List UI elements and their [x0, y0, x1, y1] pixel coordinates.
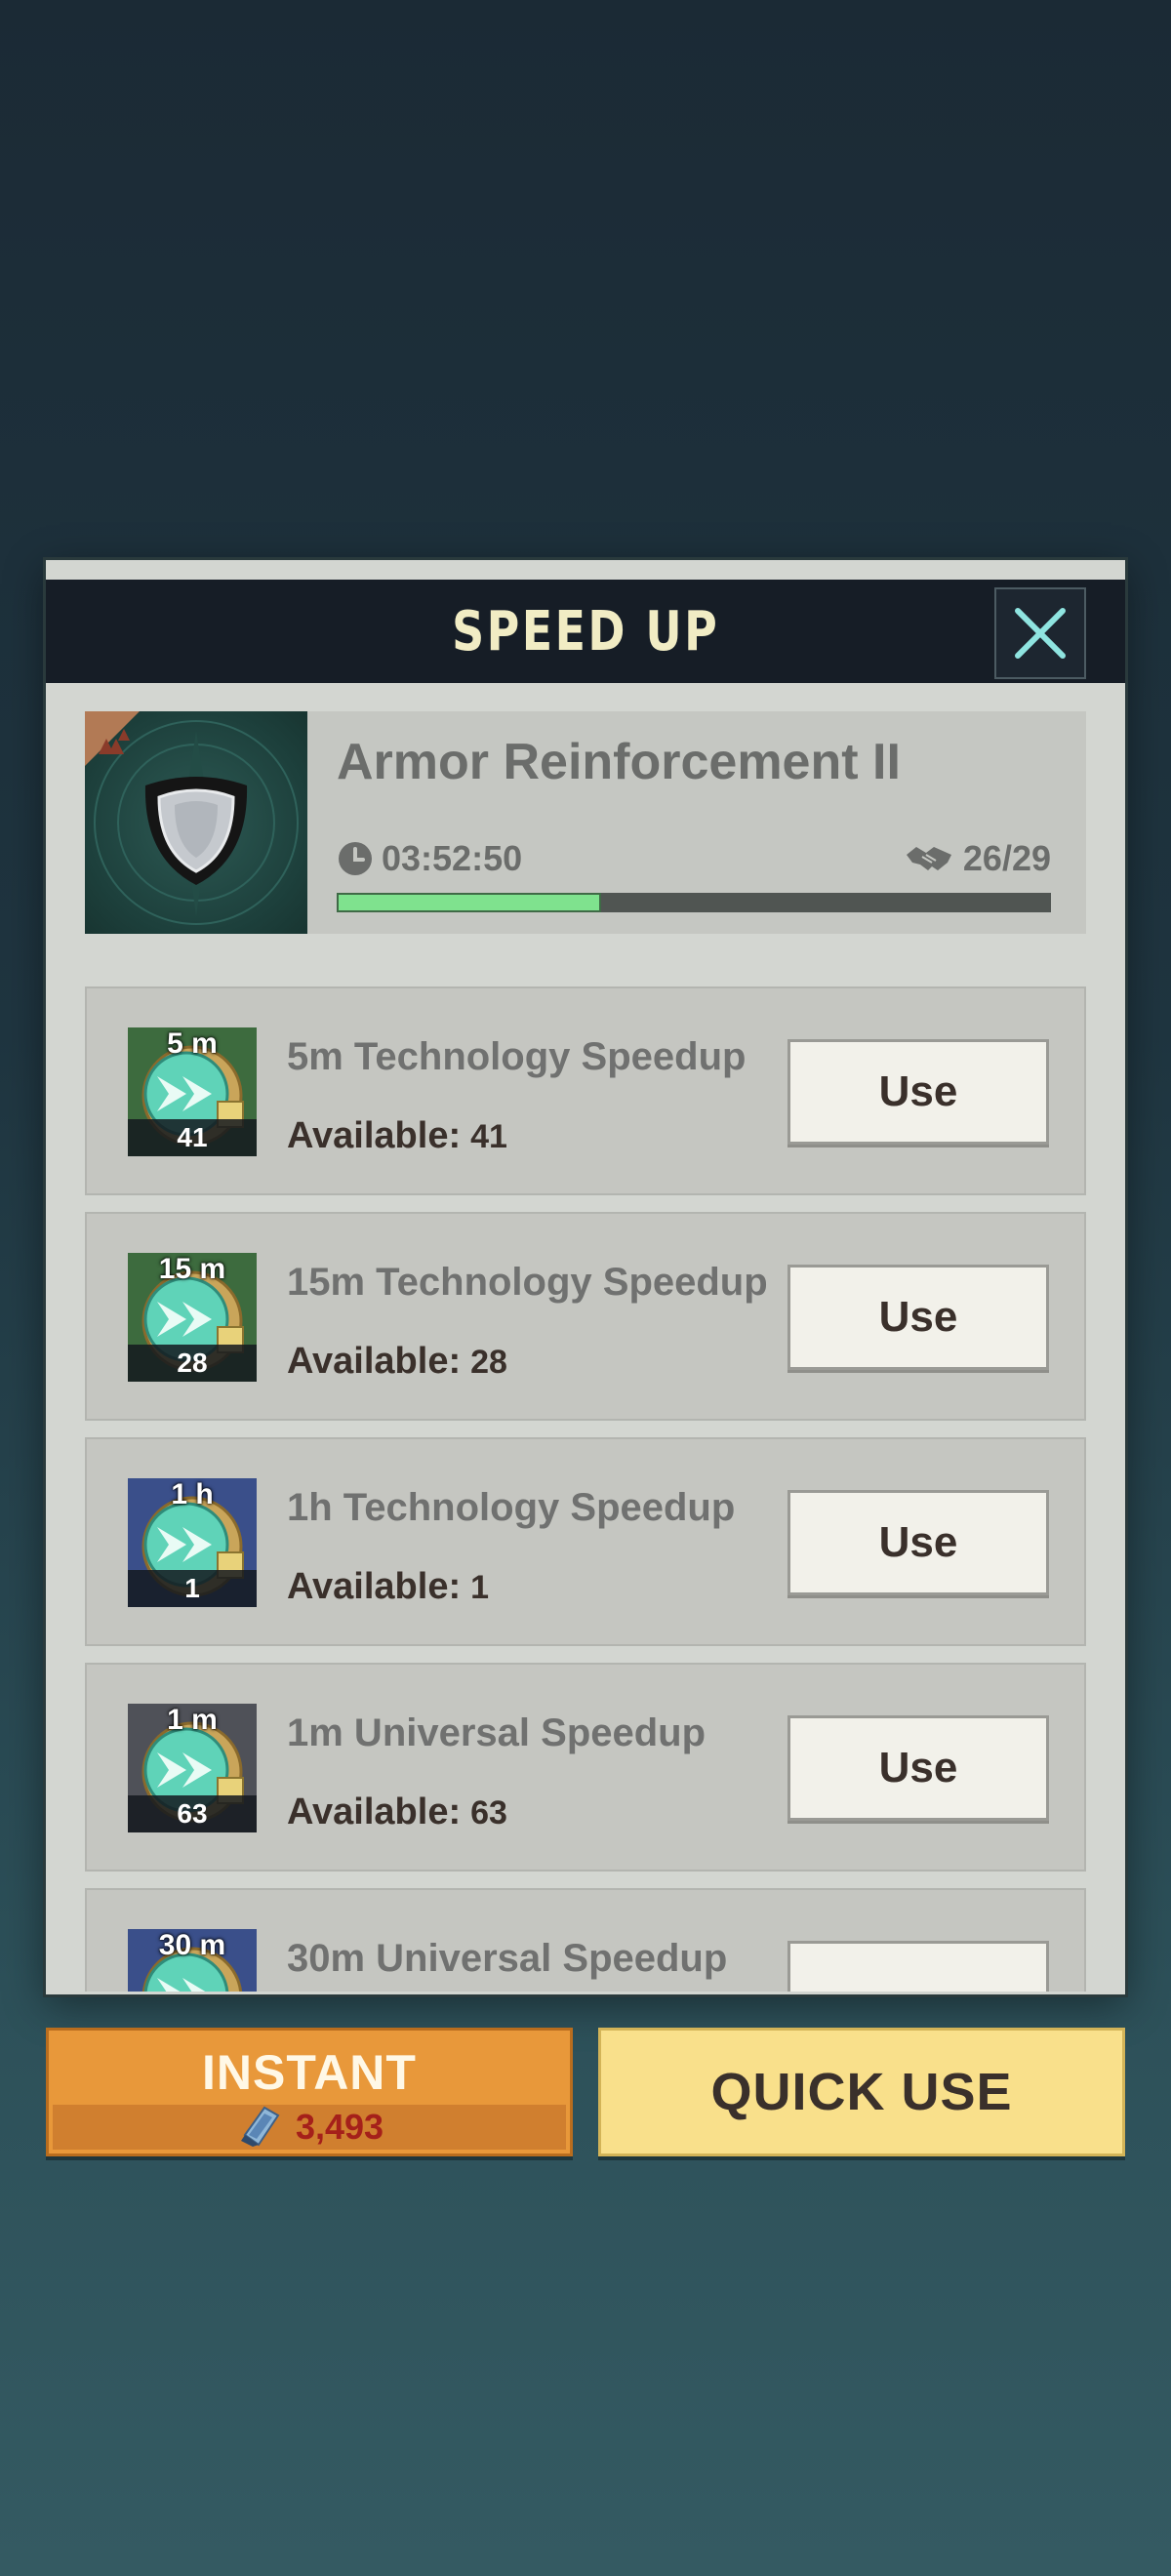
alliance-help-count: 26/29: [905, 838, 1051, 879]
speedup-item: 30 m 30m Universal Speedup: [85, 1888, 1086, 1992]
speedup-item: 1 m 63 1m Universal Speedup Available: 63 Use: [85, 1663, 1086, 1872]
instant-button[interactable]: INSTANT 3,493: [46, 2028, 573, 2156]
close-icon: [1015, 608, 1066, 659]
instant-cost-bar: 3,493: [53, 2105, 566, 2150]
dialog-header: SPEED UP: [46, 580, 1125, 683]
item-count: 63: [128, 1795, 257, 1832]
shield-icon: [144, 777, 248, 885]
timer-text: 03:52:50: [382, 838, 523, 878]
universal-speedup-icon: 30 m: [128, 1929, 257, 1992]
research-icon: [85, 711, 307, 934]
research-progress-bar: [337, 893, 1051, 912]
use-button[interactable]: Use: [787, 1715, 1049, 1821]
item-name: 15m Technology Speedup: [287, 1261, 768, 1304]
research-timer: 03:52:50: [337, 838, 522, 879]
available-label: Available:: [287, 1341, 462, 1382]
item-duration-badge: 1 h: [171, 1478, 214, 1510]
technology-speedup-icon: 5 m 41: [128, 1027, 257, 1156]
technology-speedup-icon: 1 h 1: [128, 1478, 257, 1607]
gem-icon: [240, 2106, 280, 2147]
use-button[interactable]: Use: [787, 1039, 1049, 1145]
available-count: 63: [470, 1794, 507, 1831]
item-name: 1m Universal Speedup: [287, 1711, 707, 1754]
item-count: 1: [128, 1570, 257, 1607]
item-duration-badge: 30 m: [158, 1929, 226, 1961]
research-name: Armor Reinforcement II: [337, 734, 901, 790]
use-button[interactable]: Use: [787, 1265, 1049, 1370]
item-name: 5m Technology Speedup: [287, 1035, 747, 1078]
research-progress-fill: [337, 893, 601, 912]
use-button[interactable]: Use: [787, 1490, 1049, 1595]
available-count: 1: [470, 1569, 490, 1606]
dialog-title: SPEED UP: [451, 599, 720, 664]
available-label: Available:: [287, 1566, 462, 1607]
speedup-item: 1 h 1 1h Technology Speedup Available: 1 Use: [85, 1437, 1086, 1646]
item-name: 30m Universal Speedup: [287, 1937, 728, 1980]
use-button[interactable]: [787, 1941, 1049, 1992]
item-available: Available: 41: [287, 1115, 507, 1157]
helpers-text: 26/29: [962, 838, 1051, 878]
item-available: Available: 1: [287, 1566, 489, 1608]
item-name: 1h Technology Speedup: [287, 1486, 736, 1529]
speedup-item: 5 m 41 5m Technology Speedup Available: 41 Us…: [85, 986, 1086, 1195]
universal-speedup-icon: 1 m 63: [128, 1704, 257, 1832]
speedup-item-list[interactable]: 5 m 41 5m Technology Speedup Available: 41 Us…: [85, 986, 1086, 1992]
handshake-icon: [906, 847, 951, 870]
item-duration-badge: 5 m: [167, 1027, 218, 1060]
available-label: Available:: [287, 1115, 462, 1156]
instant-label: INSTANT: [202, 2045, 417, 2100]
available-count: 41: [470, 1118, 507, 1155]
research-panel: Armor Reinforcement II 03:52:50 26/29: [85, 711, 1086, 934]
available-count: 28: [470, 1344, 507, 1381]
speed-up-dialog: SPEED UP Armor Reinforcement II 03:52:50…: [46, 560, 1125, 1994]
item-count: 41: [128, 1119, 257, 1156]
quick-use-button[interactable]: QUICK USE: [598, 2028, 1125, 2156]
item-duration-badge: 15 m: [158, 1253, 226, 1285]
item-duration-badge: 1 m: [167, 1704, 218, 1736]
speedup-item: 15 m 28 15m Technology Speedup Available: 28…: [85, 1212, 1086, 1421]
item-available: Available: 28: [287, 1341, 507, 1383]
item-count: 28: [128, 1345, 257, 1382]
instant-cost: 3,493: [295, 2107, 384, 2147]
clock-icon: [339, 842, 372, 875]
technology-speedup-icon: 15 m 28: [128, 1253, 257, 1382]
item-available: Available: 63: [287, 1791, 507, 1833]
close-button[interactable]: [994, 587, 1086, 679]
available-label: Available:: [287, 1791, 462, 1832]
